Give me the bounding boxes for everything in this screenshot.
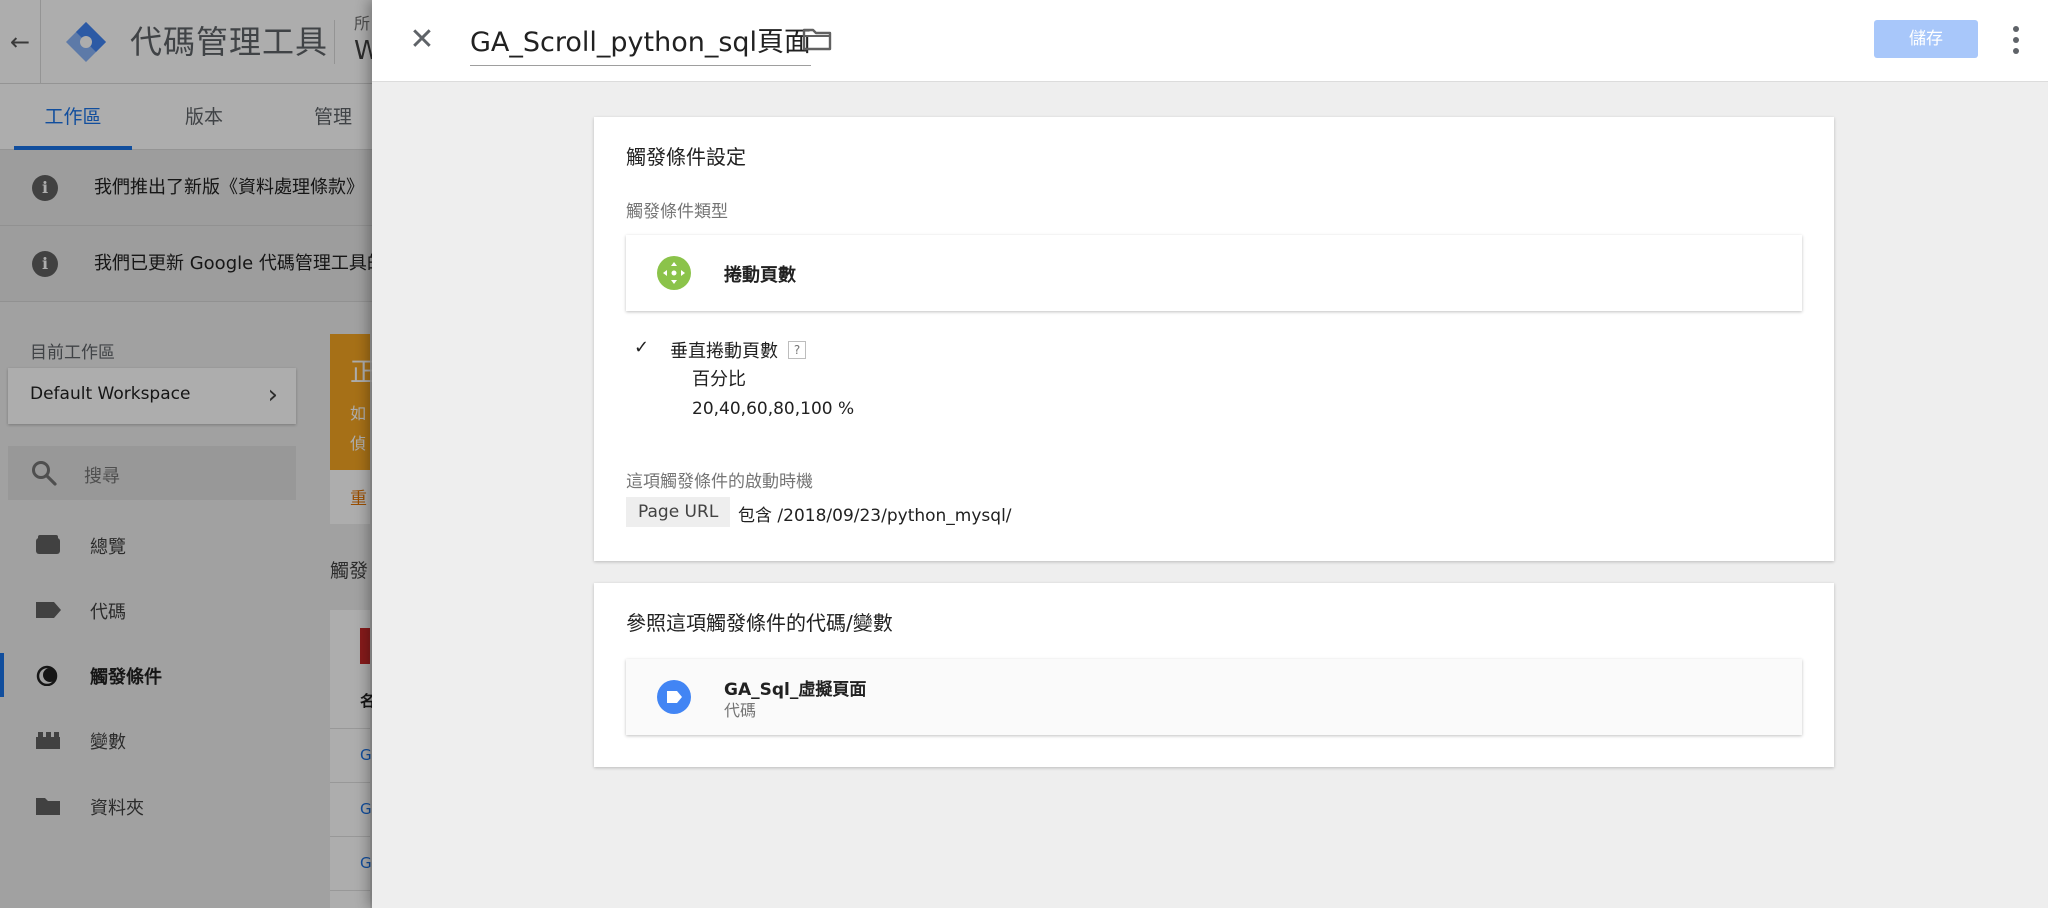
scroll-depth-icon [657, 256, 691, 290]
help-icon[interactable]: ? [788, 341, 806, 359]
fire-on-label: 這項觸發條件的啟動時機 [626, 472, 813, 492]
panel-header: ✕ GA_Scroll_python_sql頁面 儲存 [372, 0, 2048, 82]
reference-type: 代碼 [724, 701, 757, 720]
percentages-value: 20,40,60,80,100 % [692, 399, 855, 419]
tag-icon [657, 680, 691, 714]
trigger-type-name: 捲動頁數 [724, 265, 796, 286]
close-button[interactable]: ✕ [404, 22, 440, 58]
trigger-editor-panel: ✕ GA_Scroll_python_sql頁面 儲存 觸發條件設定 觸發條件類… [372, 0, 2048, 908]
folder-icon[interactable] [802, 26, 832, 52]
percentages-label: 百分比 [692, 369, 746, 390]
card-title: 參照這項觸發條件的代碼/變數 [626, 611, 893, 635]
trigger-config-card: 觸發條件設定 觸發條件類型 捲動頁數 ✓ 垂直捲動頁數 ? 百分比 20,40,… [594, 117, 1834, 561]
condition-variable-chip: Page URL [626, 497, 731, 527]
trigger-name-field[interactable]: GA_Scroll_python_sql頁面 [470, 20, 812, 66]
condition-text: 包含 /2018/09/23/python_mysql/ [738, 506, 1012, 526]
save-button[interactable]: 儲存 [1874, 20, 1978, 58]
card-title: 觸發條件設定 [626, 145, 746, 169]
vertical-scroll-label: 垂直捲動頁數 [670, 341, 778, 362]
references-card: 參照這項觸發條件的代碼/變數 GA_Sql_虛擬頁面 代碼 [594, 583, 1834, 767]
trigger-type-selector[interactable]: 捲動頁數 [626, 235, 1802, 311]
more-vert-icon[interactable] [2004, 24, 2028, 56]
check-icon: ✓ [634, 337, 650, 358]
reference-item[interactable]: GA_Sql_虛擬頁面 代碼 [626, 659, 1802, 735]
trigger-type-label: 觸發條件類型 [626, 202, 728, 222]
